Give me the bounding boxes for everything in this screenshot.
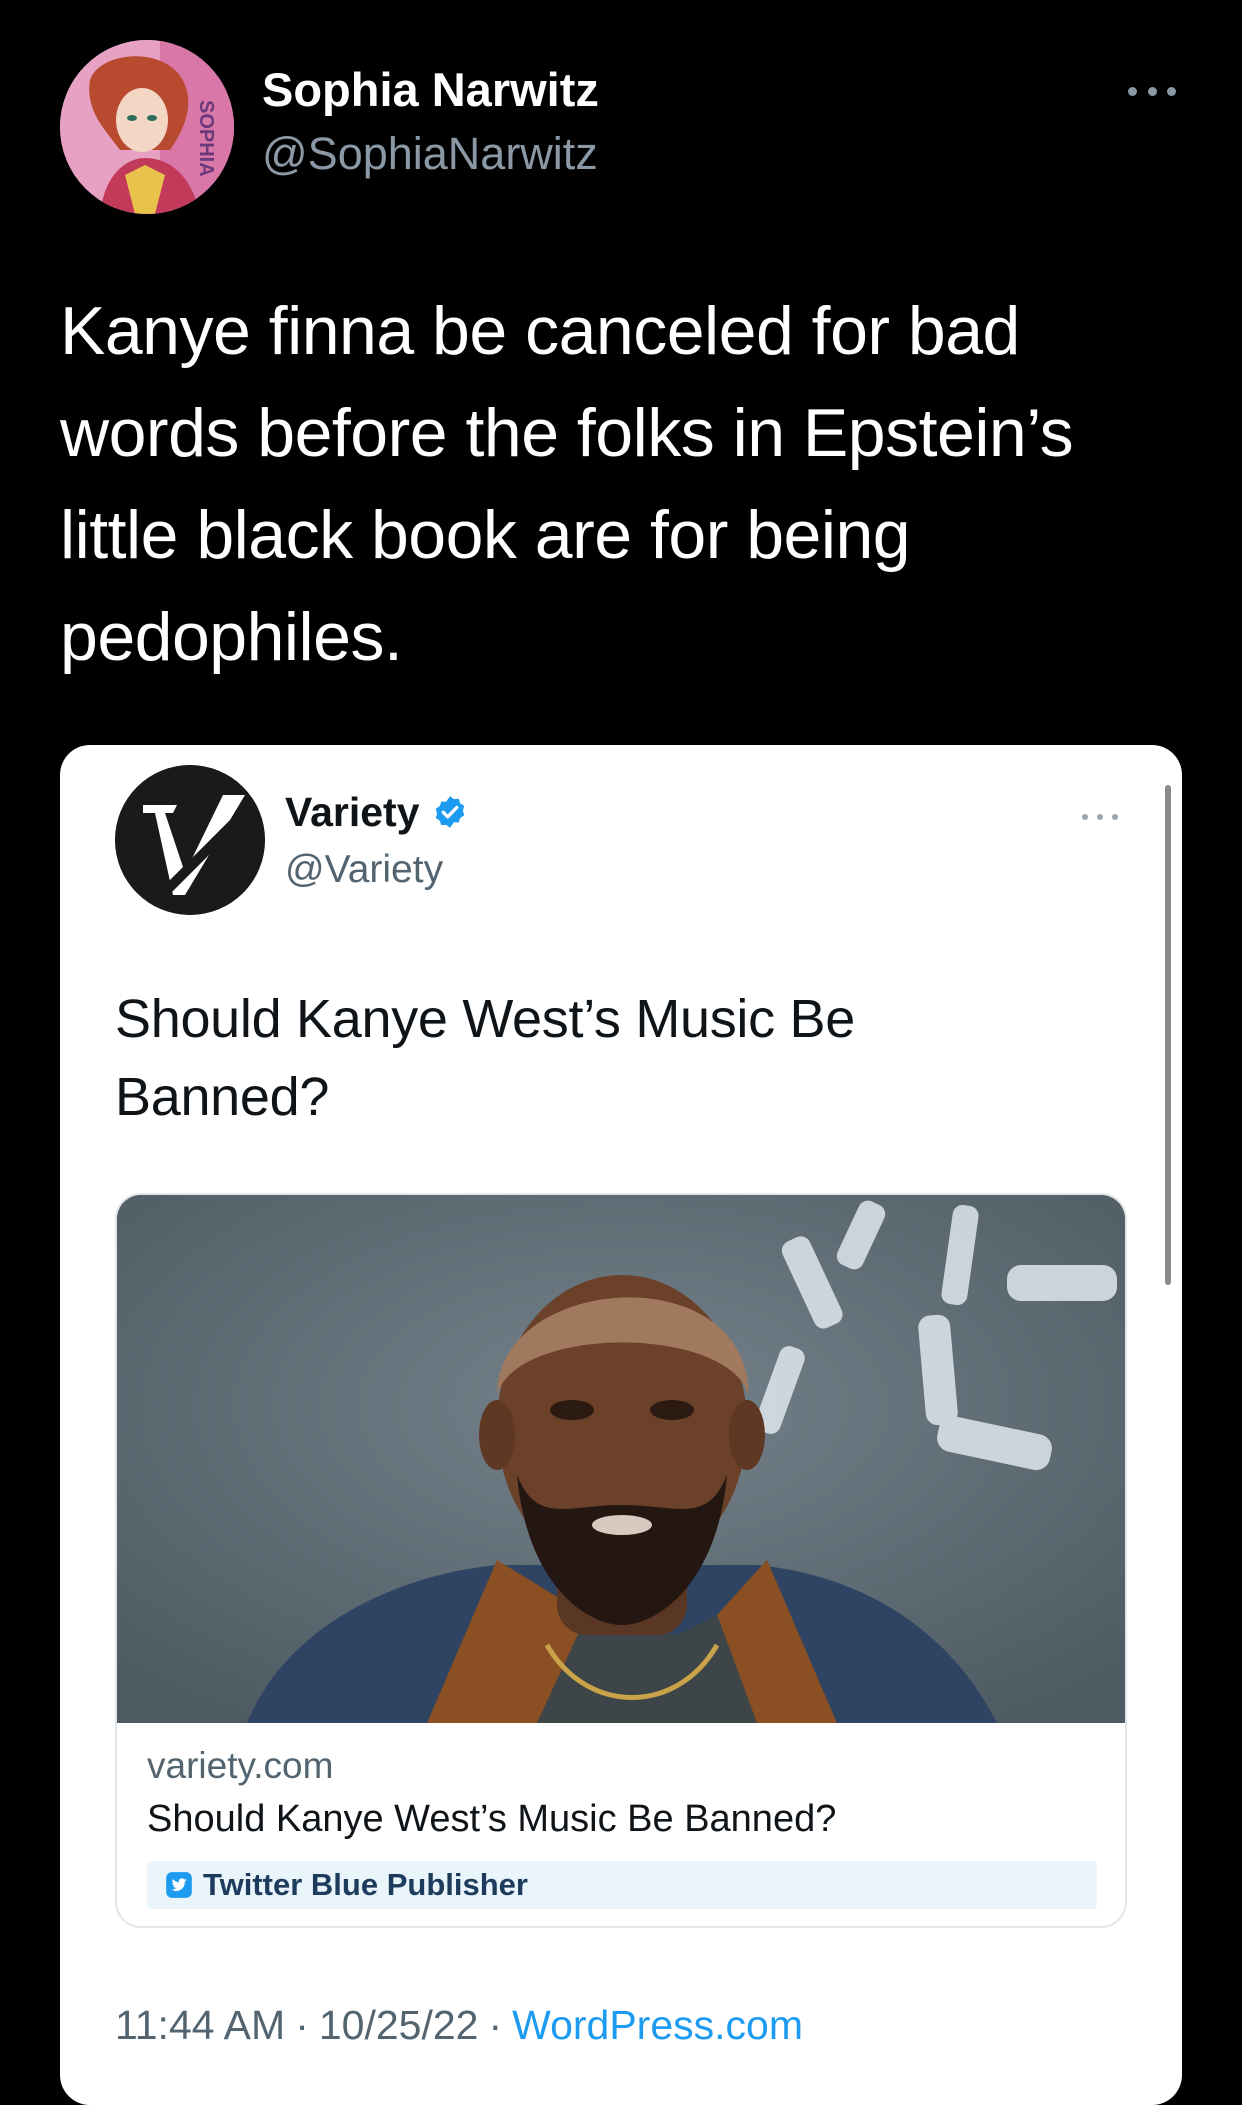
twitter-blue-icon: [166, 1872, 192, 1898]
avatar-illustration: SOPHIA: [60, 40, 234, 214]
author-handle[interactable]: @SophiaNarwitz: [262, 126, 598, 182]
dot: [1082, 814, 1088, 820]
link-domain: variety.com: [147, 1745, 334, 1786]
dot: [1097, 814, 1103, 820]
tweet-source-link[interactable]: WordPress.com: [512, 2002, 803, 2048]
variety-logo-avatar[interactable]: [115, 765, 265, 915]
quoted-author-name[interactable]: Variety: [285, 787, 420, 837]
dot: [1112, 814, 1118, 820]
author-avatar[interactable]: SOPHIA: [60, 40, 234, 214]
tweet-text: Kanye finna be canceled for bad words be…: [60, 293, 1074, 675]
twitter-blue-publisher-badge: Twitter Blue Publisher: [147, 1861, 1097, 1909]
quoted-author-row[interactable]: Variety: [285, 787, 468, 837]
link-preview-card[interactable]: variety.com Should Kanye West’s Music Be…: [115, 1193, 1127, 1928]
quoted-author-handle[interactable]: @Variety: [285, 845, 443, 895]
variety-logo-icon: [115, 765, 265, 915]
verified-badge-icon: [435, 796, 464, 828]
scrollbar[interactable]: [1165, 785, 1171, 1285]
dot: [1128, 86, 1137, 96]
separator: ·: [488, 2002, 503, 2048]
dot: [1167, 86, 1176, 96]
publisher-badge-label: Twitter Blue Publisher: [203, 1867, 528, 1902]
kanye-west-photo: [117, 1195, 1125, 1723]
quoted-tweet-card[interactable]: Variety @Variety Should Kanye West’s Mus…: [60, 745, 1182, 2105]
tweet-date: 10/25/22: [318, 2002, 479, 2048]
quoted-more-options-icon[interactable]: [1082, 807, 1118, 827]
quoted-tweet-footer: 11:44 AM · 10/25/22 · WordPress.com: [115, 2000, 803, 2050]
quoted-tweet-text: Should Kanye West’s Music Be Banned?: [115, 989, 855, 1127]
link-title[interactable]: Should Kanye West’s Music Be Banned?: [147, 1795, 836, 1843]
dot: [1147, 86, 1157, 96]
separator: ·: [295, 2002, 309, 2048]
link-preview-image[interactable]: [117, 1195, 1125, 1723]
tweet-time: 11:44 AM: [115, 2002, 286, 2048]
more-options-icon[interactable]: [1128, 76, 1176, 106]
author-name[interactable]: Sophia Narwitz: [262, 62, 599, 118]
svg-text:SOPHIA: SOPHIA: [195, 100, 217, 177]
